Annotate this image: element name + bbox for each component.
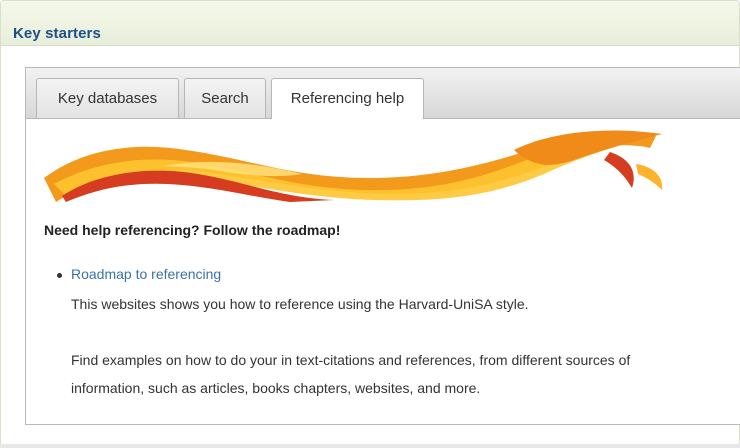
tab-key-databases[interactable]: Key databases — [36, 78, 179, 118]
list-bullet — [57, 273, 62, 278]
panel-header: Key starters — [1, 1, 739, 46]
roadmap-to-referencing-link[interactable]: Roadmap to referencing — [71, 266, 221, 282]
page: Key starters Key databases Search Refere… — [0, 0, 740, 448]
tab-referencing-help[interactable]: Referencing help — [271, 78, 424, 119]
panel-title: Key starters — [13, 25, 101, 42]
decorative-swoosh-banner — [44, 130, 663, 202]
bottom-shadow — [0, 444, 740, 448]
key-starters-panel: Key starters Key databases Search Refere… — [0, 0, 740, 446]
description-text-1: This websites shows you how to reference… — [71, 296, 529, 312]
description-text-2-line-1: Find examples on how to do your in text-… — [71, 352, 631, 368]
tab-search[interactable]: Search — [184, 78, 266, 118]
description-text-2-line-2: information, such as articles, books cha… — [71, 380, 481, 396]
tab-bar: Key databases Search Referencing help — [26, 68, 740, 119]
content-heading: Need help referencing? Follow the roadma… — [44, 222, 341, 238]
tab-panel: Key databases Search Referencing help Ne… — [25, 67, 740, 425]
